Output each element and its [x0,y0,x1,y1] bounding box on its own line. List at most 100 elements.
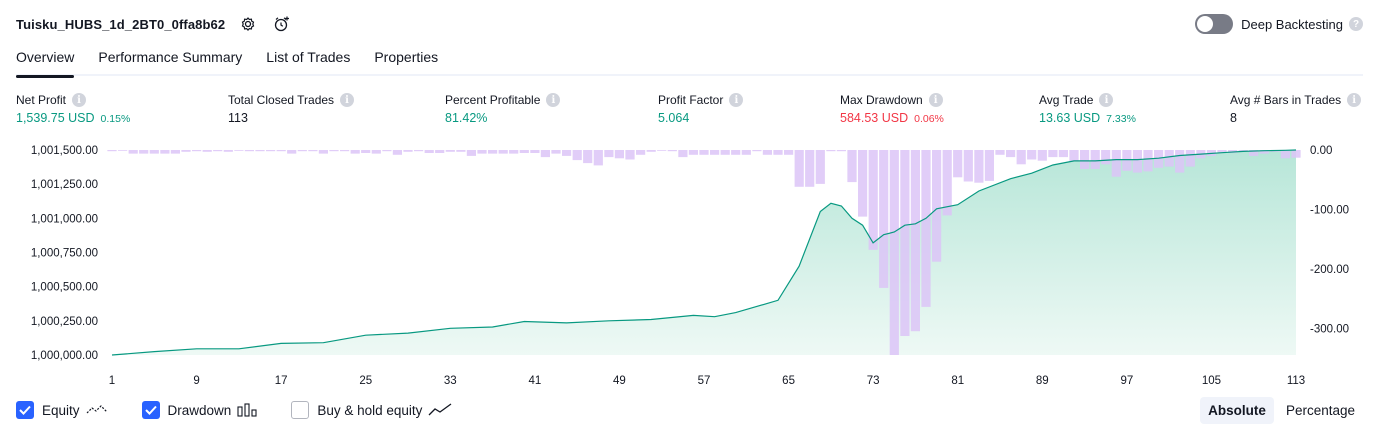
tab-bar: Overview Performance Summary List of Tra… [16,46,1363,78]
drawdown-bar [519,150,529,153]
buy-hold-checkbox[interactable] [291,401,310,419]
drawdown-bar [456,150,466,152]
drawdown-bar [836,150,846,152]
x-axis-tick: 17 [275,375,288,387]
metric-value: 584.53 USD [840,111,909,125]
drawdown-bar [466,150,476,156]
equity-checkbox[interactable] [16,401,34,419]
drawdown-bar [1122,150,1132,171]
add-alert-icon[interactable] [271,13,293,35]
drawdown-bar [1090,150,1100,169]
tab-performance-summary[interactable]: Performance Summary [98,46,242,76]
info-icon[interactable]: i [928,93,943,107]
metric-percent: 7.33% [1106,113,1136,125]
drawdown-bar [657,150,667,151]
drawdown-bar [879,150,889,288]
x-axis-tick: 41 [528,375,541,387]
drawdown-bar [160,150,170,154]
drawdown-bar [583,150,593,164]
x-axis-tick: 49 [613,375,626,387]
info-icon[interactable]: i [72,93,87,107]
drawdown-bar [900,150,910,336]
x-axis-tick: 105 [1202,375,1221,387]
left-axis-labels: 1,001,500.00 1,001,250.00 1,001,000.00 1,00… [31,145,98,362]
metric-value: 113 [228,111,248,125]
tab-properties[interactable]: Properties [374,46,438,76]
drawdown-bar [1280,150,1290,159]
left-axis-tick: 1,001,000.00 [31,213,98,225]
left-axis-tick: 1,000,000.00 [31,350,98,362]
equity-area-fill [112,150,1296,355]
line-chart-icon [428,403,452,417]
drawdown-bar [963,150,973,182]
metric-total-closed-trades: Total Closed Trades i 113 [228,93,355,125]
drawdown-bar [625,150,635,160]
equity-drawdown-chart[interactable]: 1,001,500.00 1,001,250.00 1,001,000.00 1,00… [0,140,1379,395]
right-axis-tick: -200.00 [1310,264,1349,276]
drawdown-bar [1164,150,1174,167]
metric-percent: 0.06% [914,113,944,125]
metric-value: 8 [1230,111,1237,125]
info-icon[interactable]: i [546,93,561,107]
x-axis-tick: 73 [867,375,880,387]
deep-backtesting: Deep Backtesting ? [1195,14,1363,34]
drawdown-checkbox[interactable] [141,401,160,419]
drawdown-bar [297,150,307,152]
x-axis-tick: 65 [782,375,795,387]
drawdown-bar [234,150,244,151]
x-axis-tick: 9 [193,375,199,387]
buy-hold-label: Buy & hold equity [317,402,423,418]
drawdown-bar [1016,150,1026,165]
x-axis-tick: 81 [951,375,964,387]
drawdown-bar [868,150,878,250]
left-axis-tick: 1,001,500.00 [31,145,98,157]
drawdown-bar [361,150,371,153]
x-axis-tick: 25 [359,375,372,387]
drawdown-bar [1101,150,1111,165]
deep-backtesting-toggle[interactable] [1195,14,1234,34]
drawdown-bar [1069,150,1079,162]
drawdown-bar [540,150,550,158]
drawdown-bar [255,150,265,152]
help-icon[interactable]: ? [1349,17,1363,31]
settings-icon[interactable] [237,13,259,35]
drawdown-bar [244,150,254,152]
info-icon[interactable]: i [1347,93,1362,107]
drawdown-bar [192,150,202,152]
equity-toggle[interactable]: Equity [16,401,108,419]
drawdown-bar [562,150,572,156]
drawdown-bar [731,150,741,155]
info-icon[interactable]: i [1099,93,1114,107]
absolute-button[interactable]: Absolute [1200,397,1274,424]
x-axis-tick: 1 [109,375,115,387]
drawdown-bar [1175,150,1185,173]
left-axis-tick: 1,000,750.00 [31,248,98,260]
drawdown-bar [213,150,223,152]
drawdown-toggle[interactable]: Drawdown [141,401,258,419]
drawdown-bar [984,150,994,181]
metric-value: 13.63 USD [1039,111,1101,125]
drawdown-bar [181,150,191,152]
bar-chart-icon [237,403,257,417]
drawdown-bar [107,150,117,152]
drawdown-bar [699,150,709,155]
buy-hold-toggle[interactable]: Buy & hold equity [291,401,452,419]
info-icon[interactable]: i [729,93,744,107]
metric-label: Profit Factor [658,93,724,107]
drawdown-bar [329,150,339,152]
drawdown-bar [202,150,212,152]
x-axis-tick: 89 [1036,375,1049,387]
x-axis-tick: 33 [444,375,457,387]
right-axis-labels: 0.00 -100.00 -200.00 -300.00 [1310,145,1349,335]
metric-value: 81.42% [445,111,488,125]
percentage-button[interactable]: Percentage [1278,397,1363,424]
metric-label: Percent Profitable [445,93,541,107]
tab-overview[interactable]: Overview [16,46,75,78]
drawdown-bar [953,150,963,178]
tab-list-of-trades[interactable]: List of Trades [266,46,350,76]
info-icon[interactable]: i [340,93,355,107]
drawdown-bar [974,150,984,183]
drawdown-bar [614,150,624,159]
drawdown-bar [688,150,698,155]
drawdown-bar [858,150,868,217]
